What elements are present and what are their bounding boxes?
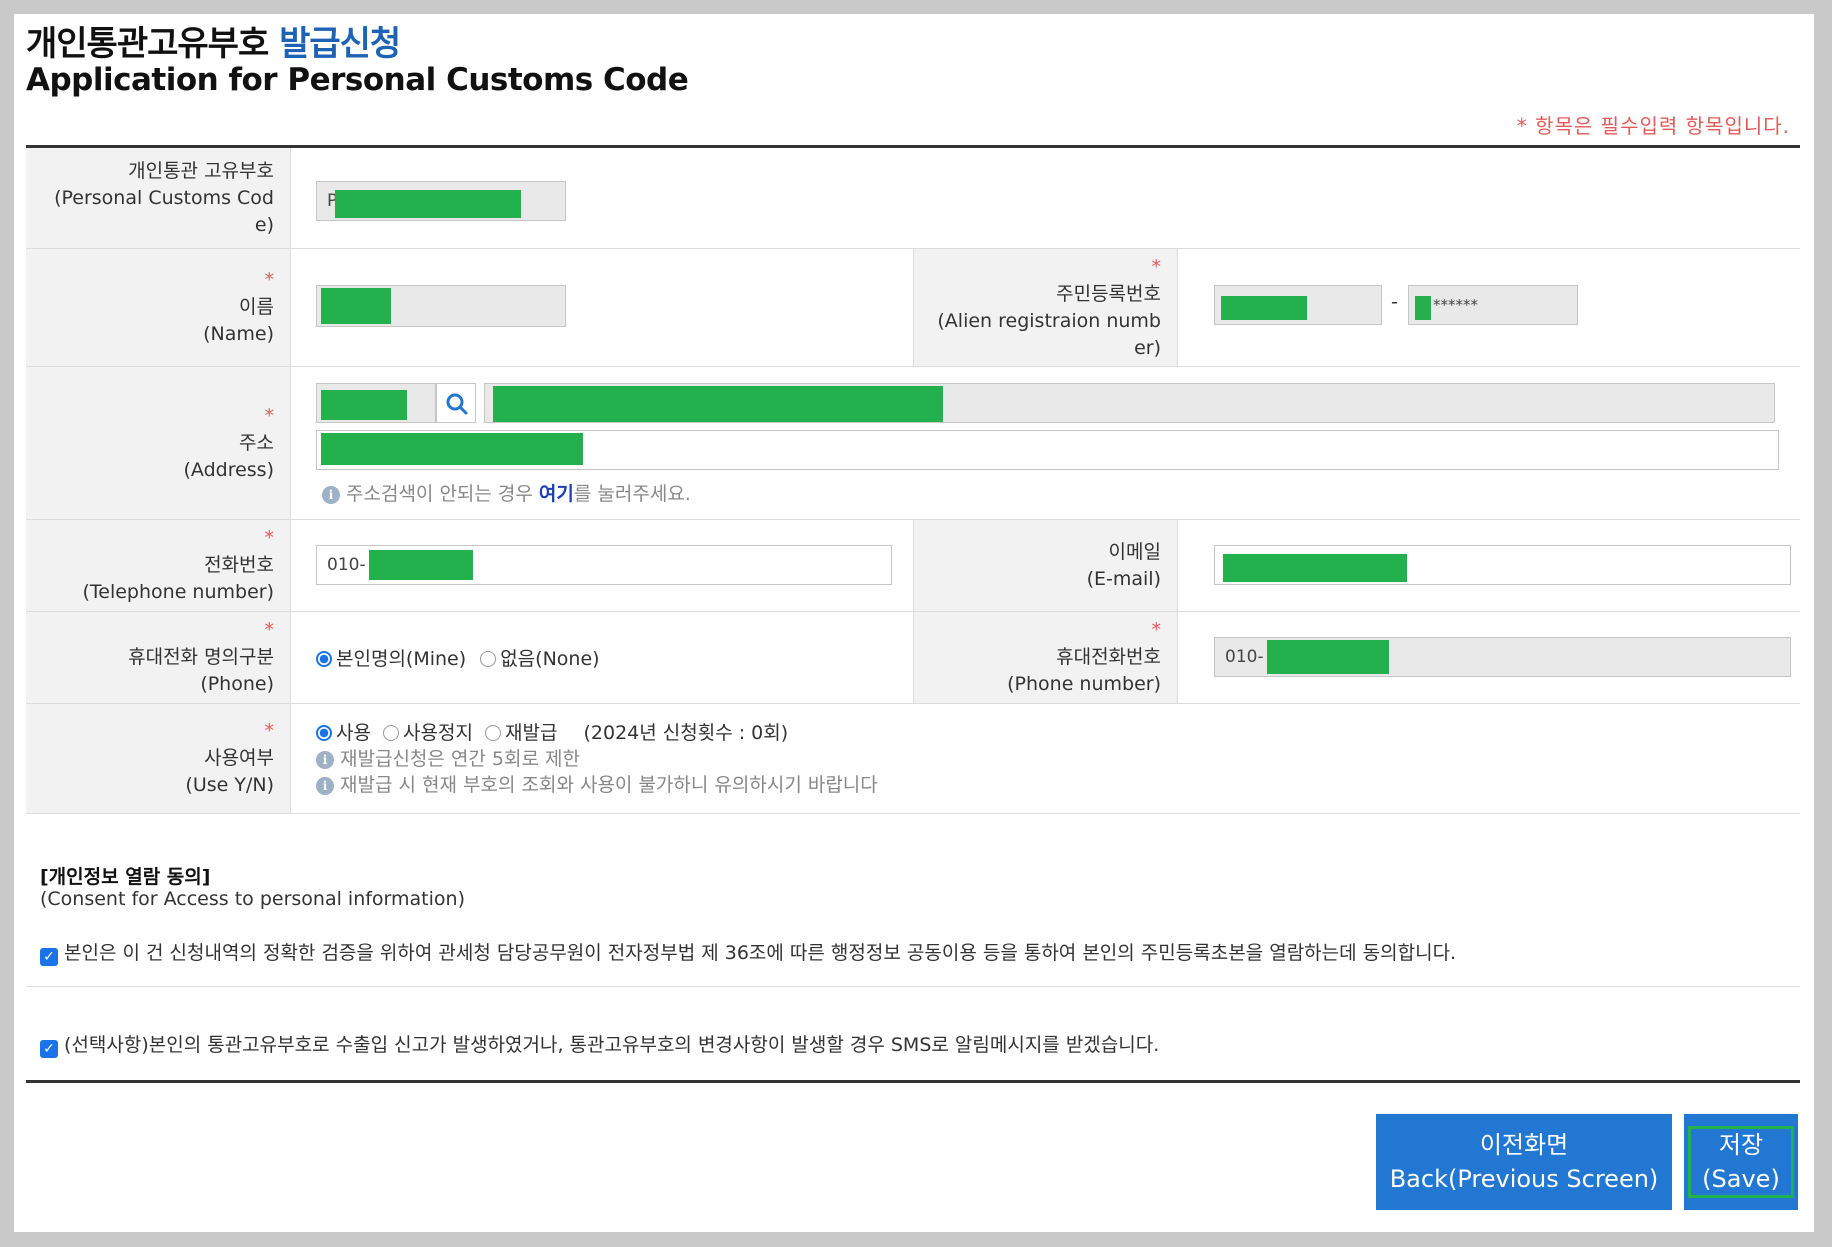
row-telephone: * 전화번호 (Telephone number) 010- 이메일 (E-mai… (26, 520, 1800, 612)
application-form: 개인통관 고유부호 (Personal Customs Cod e) P * 이름… (26, 145, 1800, 814)
info-icon: i (322, 486, 340, 504)
reissue-count-note: (2024년 신청횟수 : 0회) (583, 722, 789, 744)
customs-code-field: P (316, 181, 566, 221)
label-mobile: * 휴대전화번호 (Phone number) (913, 612, 1178, 703)
use-yn-options: 사용 사용정지 재발급 (2024년 신청횟수 : 0회) (316, 718, 788, 745)
use-yn-info-1: i 재발급신청은 연간 5회로 제한 (316, 744, 580, 771)
alien-reg-first-field[interactable] (1214, 285, 1382, 325)
info-icon: i (316, 777, 334, 795)
mobile-field[interactable]: 010- (1214, 637, 1791, 677)
back-button[interactable]: 이전화면 Back(Previous Screen) (1376, 1114, 1672, 1210)
radio-mine[interactable] (316, 651, 332, 667)
address-search-button[interactable] (436, 383, 476, 423)
redacted-mask (493, 386, 943, 422)
redacted-mask (1223, 554, 1407, 582)
label-address: * 주소 (Address) (26, 367, 291, 519)
radio-stop[interactable] (383, 725, 400, 741)
page-title-en: Application for Personal Customs Code (26, 62, 689, 98)
redacted-mask (321, 288, 391, 324)
divider (26, 986, 1800, 987)
divider (26, 1080, 1800, 1083)
radio-reissue[interactable] (484, 725, 501, 741)
label-customs-code: 개인통관 고유부호 (Personal Customs Cod e) (26, 148, 291, 248)
consent-agree-1: ✓ 본인은 이 건 신청내역의 정확한 검증을 위하여 관세청 담당공무원이 전자… (40, 938, 1456, 966)
focus-ring (1688, 1126, 1794, 1198)
label-use-yn: * 사용여부 (Use Y/N) (26, 704, 291, 813)
redacted-mask (321, 390, 407, 420)
info-icon: i (316, 751, 334, 769)
application-page: 개인통관고유부호 발급신청 Application for Personal C… (14, 14, 1814, 1232)
redacted-mask (1267, 640, 1389, 674)
use-yn-info-2: i 재발급 시 현재 부호의 조회와 사용이 불가하니 유의하시기 바랍니다 (316, 770, 878, 797)
redacted-mask (1415, 296, 1431, 320)
redacted-mask (1221, 296, 1307, 320)
address-hint: i 주소검색이 안되는 경우 여기를 눌러주세요. (322, 479, 691, 506)
consent-section: [개인정보 열람 동의] (Consent for Access to pers… (26, 856, 1800, 1080)
label-name: * 이름 (Name) (26, 249, 291, 366)
page-title-accent: 발급신청 (279, 24, 401, 64)
consent-subheading: (Consent for Access to personal informat… (40, 888, 465, 910)
alien-reg-second-field[interactable]: ****** (1408, 285, 1578, 325)
label-email: 이메일 (E-mail) (913, 520, 1178, 611)
consent-heading: [개인정보 열람 동의] (40, 866, 211, 888)
name-field[interactable] (316, 285, 566, 327)
radio-none[interactable] (480, 651, 497, 667)
row-customs-code: 개인통관 고유부호 (Personal Customs Cod e) P (26, 148, 1800, 249)
redacted-mask (369, 550, 473, 580)
address-main-field[interactable] (484, 383, 1775, 423)
consent-agree-2: ✓ (선택사항)본인의 통관고유부호로 수출입 신고가 발생하였거나, 통관고유부… (40, 1030, 1159, 1058)
save-button[interactable]: 저장 (Save) (1684, 1114, 1798, 1210)
redacted-mask (335, 190, 521, 218)
phone-owner-options: 본인명의(Mine) 없음(None) (316, 644, 600, 671)
page-title-ko: 개인통관고유부호 발급신청 (26, 24, 401, 64)
redacted-mask (321, 433, 583, 465)
telephone-field[interactable]: 010- (316, 545, 892, 585)
row-phone: * 휴대전화 명의구분 (Phone) 본인명의(Mine) 없음(None) *… (26, 612, 1800, 704)
label-alien-registration: * 주민등록번호 (Alien registraion numb er) (913, 249, 1178, 366)
address-detail-field[interactable] (316, 430, 1779, 470)
row-address: * 주소 (Address) i 주소검색이 안되는 경우 여기를 눌러주세요. (26, 367, 1800, 520)
search-icon (446, 393, 468, 415)
required-note: * 항목은 필수입력 항목입니다. (1516, 114, 1790, 138)
label-phone-owner: * 휴대전화 명의구분 (Phone) (26, 612, 291, 703)
row-name: * 이름 (Name) * 주민등록번호 (Alien registraion nu… (26, 249, 1800, 367)
checkbox-agree-2[interactable]: ✓ (40, 1040, 58, 1058)
postcode-field[interactable] (316, 383, 436, 423)
email-field[interactable] (1214, 545, 1791, 585)
alien-reg-dash: - (1391, 291, 1398, 313)
checkbox-agree-1[interactable]: ✓ (40, 948, 58, 966)
row-use-yn: * 사용여부 (Use Y/N) 사용 사용정지 재발급 (2024년 신청횟수 … (26, 704, 1800, 814)
label-telephone: * 전화번호 (Telephone number) (26, 520, 291, 611)
address-help-link[interactable]: 여기 (539, 483, 574, 505)
radio-use[interactable] (316, 725, 332, 741)
